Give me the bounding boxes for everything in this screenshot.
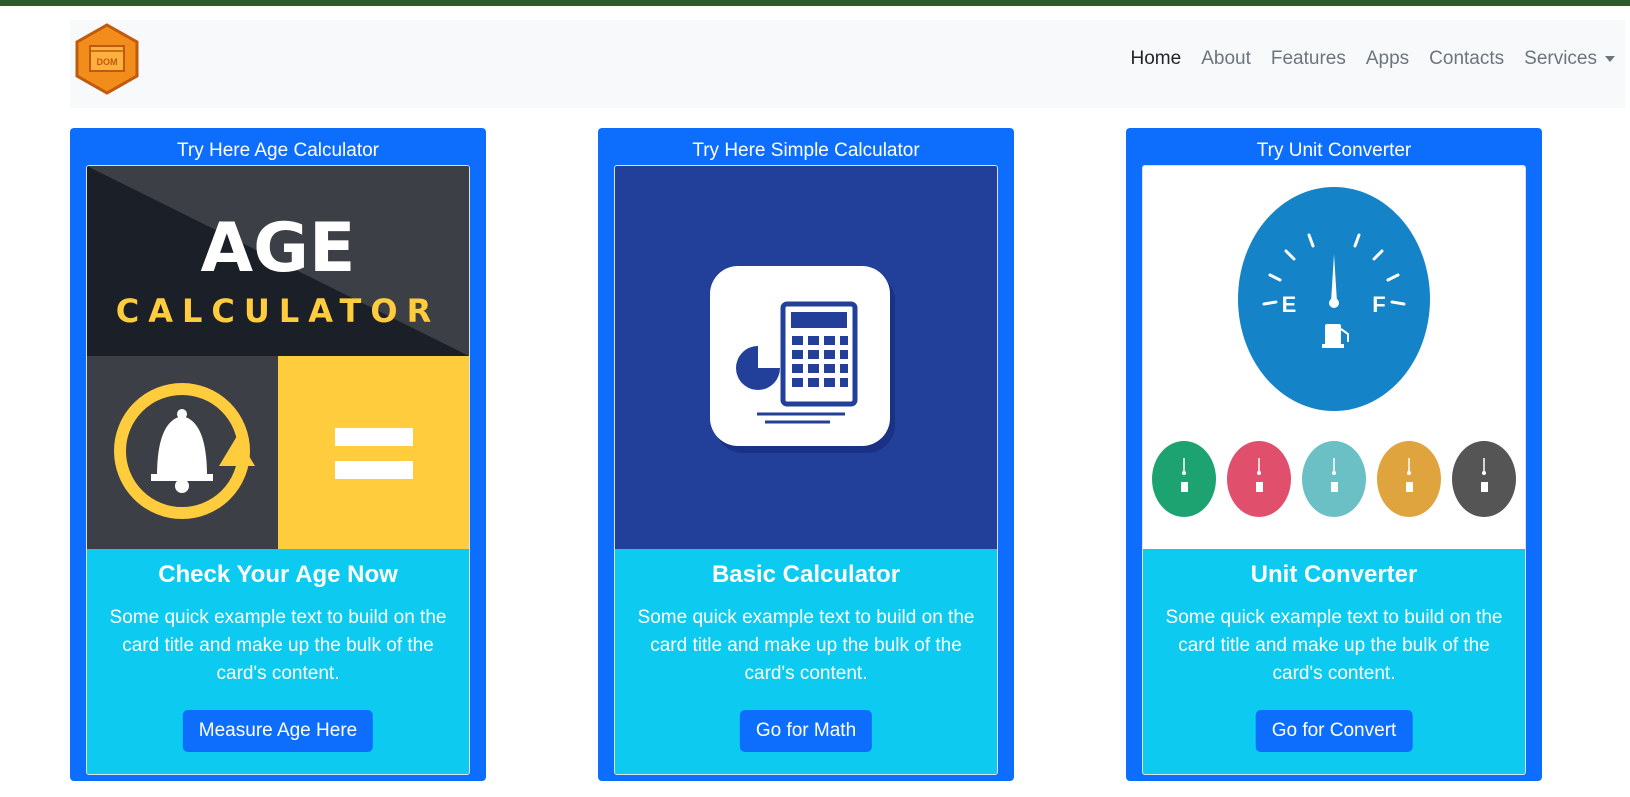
- card-body: Basic Calculator Some quick example text…: [614, 165, 998, 775]
- card-text: Some quick example text to build on the …: [637, 607, 975, 684]
- card-text: Some quick example text to build on the …: [1165, 607, 1503, 684]
- card-text: Some quick example text to build on the …: [109, 607, 447, 684]
- unit-converter-image: E F: [1143, 166, 1525, 549]
- nav-apps[interactable]: Apps: [1366, 48, 1409, 70]
- nav-services-label: Services: [1524, 48, 1597, 69]
- logo-text: DOM: [97, 57, 118, 67]
- age-calculator-image: AGE CALCULATOR: [87, 166, 469, 549]
- card-unit-converter: Try Unit Converter E F Unit Converter So…: [1126, 128, 1542, 781]
- nav-about[interactable]: About: [1201, 48, 1251, 70]
- go-for-math-button[interactable]: Go for Math: [739, 710, 873, 752]
- card-title: Check Your Age Now: [158, 561, 398, 588]
- image-calculator-text: CALCULATOR: [116, 292, 440, 330]
- card-header: Try Unit Converter: [1256, 140, 1412, 161]
- calculator-image: [615, 166, 997, 549]
- card-title: Basic Calculator: [711, 561, 901, 588]
- card-age-calculator: Try Here Age Calculator AGE CALCULATOR C…: [70, 128, 486, 781]
- gauge-full-label: F: [1372, 292, 1385, 317]
- image-age-text: AGE: [201, 209, 356, 288]
- nav-home[interactable]: Home: [1131, 48, 1182, 70]
- nav-services-dropdown[interactable]: Services: [1524, 48, 1615, 70]
- small-gauges: [1152, 441, 1516, 517]
- nav-features[interactable]: Features: [1271, 48, 1346, 70]
- gauge-empty-label: E: [1282, 292, 1297, 317]
- navbar: DOM Home About Features Apps Contacts Se…: [70, 20, 1625, 108]
- card-header: Try Here Simple Calculator: [692, 140, 920, 161]
- card-simple-calculator: Try Here Simple Calculator Basic Calcula…: [598, 128, 1014, 781]
- card-body: AGE CALCULATOR Check Your Age Now Some q…: [86, 165, 470, 775]
- nav-contacts[interactable]: Contacts: [1429, 48, 1504, 70]
- card-title: Unit Converter: [1250, 561, 1418, 588]
- dom-logo-icon[interactable]: DOM: [70, 22, 144, 96]
- fuel-gauge-icon: E F: [1238, 187, 1430, 411]
- card-body: E F Unit Converter Some quick example te…: [1142, 165, 1526, 775]
- measure-age-button[interactable]: Measure Age Here: [182, 710, 374, 752]
- dropdown-caret-icon: [1605, 55, 1615, 62]
- top-stripe: [0, 0, 1630, 6]
- card-header: Try Here Age Calculator: [176, 140, 380, 161]
- nav-links: Home About Features Apps Contacts Servic…: [1121, 48, 1625, 70]
- go-for-convert-button[interactable]: Go for Convert: [1255, 710, 1413, 752]
